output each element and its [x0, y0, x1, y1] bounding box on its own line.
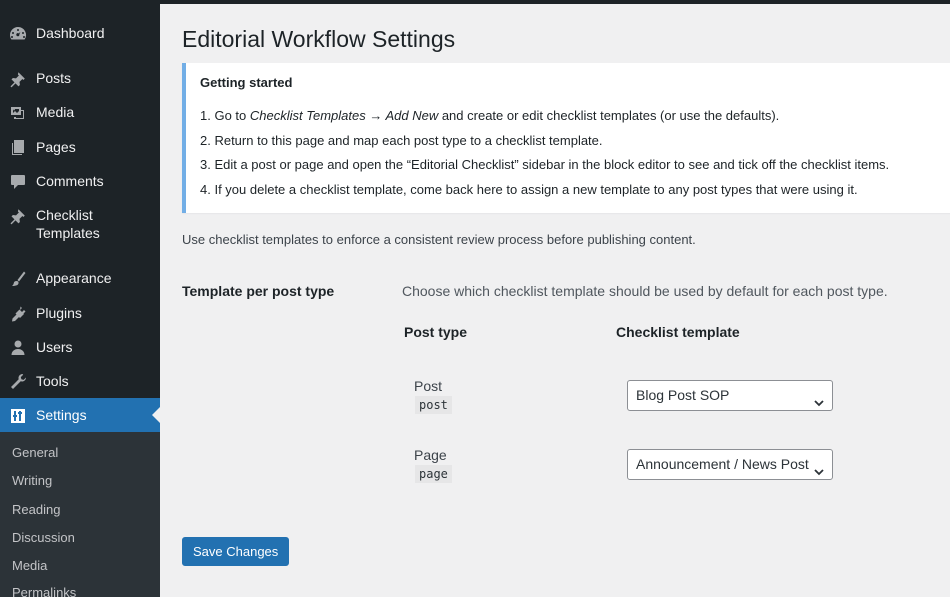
pages-icon: [0, 138, 36, 158]
steps-list: 1. Go to Checklist Templates → Add New a…: [200, 107, 889, 205]
pin-icon: [0, 69, 36, 89]
page-title: Editorial Workflow Settings: [182, 26, 456, 52]
wrench-icon: [0, 372, 36, 392]
comments-icon: [0, 172, 36, 192]
select-value: Blog Post SOP: [636, 387, 730, 403]
sidebar-item-dashboard[interactable]: Dashboard: [0, 24, 160, 44]
step-item: 1. Go to Checklist Templates → Add New a…: [200, 107, 889, 132]
submenu-item-writing[interactable]: Writing: [12, 473, 52, 488]
brush-icon: [0, 269, 36, 289]
column-header-checklist-template: Checklist template: [616, 324, 740, 340]
sidebar-item-media[interactable]: Media: [0, 103, 160, 123]
sidebar-item-label-line1: Checklist: [36, 207, 93, 223]
sidebar-item-pages[interactable]: Pages: [0, 138, 160, 158]
sidebar-item-label: Tools: [36, 373, 69, 389]
sidebar-item-comments[interactable]: Comments: [0, 172, 160, 192]
sidebar-item-label: Appearance: [36, 270, 112, 286]
sidebar-item-label: Posts: [36, 70, 72, 86]
sidebar-item-label: Media: [36, 104, 75, 120]
submenu-item-media[interactable]: Media: [12, 558, 47, 573]
admin-sidebar: Dashboard Posts Media Pages Comments Che…: [0, 0, 160, 597]
step-1-emphasis: Checklist Templates → Add New: [249, 108, 439, 123]
post-type-slug: page: [415, 465, 452, 483]
settings-icon: [0, 406, 36, 426]
post-type-slug: post: [415, 396, 452, 414]
submenu-item-discussion[interactable]: Discussion: [12, 530, 75, 545]
sidebar-item-label: Comments: [36, 173, 104, 189]
chevron-down-icon: [813, 459, 825, 476]
step-1-prefix: 1. Go to: [200, 108, 250, 123]
sidebar-item-appearance[interactable]: Appearance: [0, 269, 160, 289]
getting-started-notice: Getting started 1. Go to Checklist Templ…: [182, 63, 950, 213]
post-type-name: Page: [414, 447, 447, 463]
sidebar-item-tools[interactable]: Tools: [0, 372, 160, 392]
submenu-item-reading[interactable]: Reading: [12, 502, 60, 517]
media-icon: [0, 103, 36, 123]
sidebar-item-label: Pages: [36, 139, 76, 155]
sidebar-item-plugins[interactable]: Plugins: [0, 304, 160, 324]
step-1-suffix: and create or edit checklist templates (…: [438, 108, 780, 123]
sidebar-item-settings[interactable]: Settings: [0, 398, 160, 432]
sidebar-item-checklist-templates[interactable]: Checklist Templates: [0, 206, 160, 244]
submenu-item-general[interactable]: General: [12, 445, 58, 460]
current-menu-arrow: [152, 407, 160, 423]
sidebar-item-label: Plugins: [36, 305, 82, 321]
dashboard-icon: [0, 24, 36, 44]
step-item: 4. If you delete a checklist template, c…: [200, 181, 858, 197]
column-header-post-type: Post type: [404, 324, 468, 340]
submenu-item-permalinks[interactable]: Permalinks: [12, 585, 76, 597]
user-icon: [0, 338, 36, 358]
notice-title: Getting started: [200, 75, 293, 90]
sidebar-item-label: Settings: [36, 407, 87, 423]
intro-text: Use checklist templates to enforce a con…: [182, 232, 696, 247]
sidebar-item-posts[interactable]: Posts: [0, 69, 160, 89]
step-item: 3. Edit a post or page and open the “Edi…: [200, 157, 890, 172]
pin-icon: [0, 206, 36, 226]
field-label: Template per post type: [182, 283, 335, 299]
step-item: 2. Return to this page and map each post…: [200, 132, 603, 148]
template-select-page[interactable]: Announcement / News Post: [627, 449, 833, 480]
plugin-icon: [0, 304, 36, 324]
post-type-name: Post: [414, 378, 443, 394]
settings-page: Editorial Workflow Settings Getting star…: [160, 4, 950, 597]
select-value: Announcement / News Post: [636, 456, 809, 472]
chevron-down-icon: [813, 390, 825, 407]
settings-submenu: General Writing Reading Discussion Media…: [0, 432, 160, 597]
sidebar-item-label: Checklist Templates: [36, 206, 100, 242]
template-select-post[interactable]: Blog Post SOP: [627, 380, 833, 411]
sidebar-item-label-line2: Templates: [36, 225, 100, 241]
save-changes-button[interactable]: Save Changes: [182, 537, 290, 566]
sidebar-item-label: Users: [36, 339, 73, 355]
field-description: Choose which checklist template should b…: [402, 283, 888, 299]
sidebar-item-label: Dashboard: [36, 25, 105, 41]
sidebar-item-users[interactable]: Users: [0, 338, 160, 358]
